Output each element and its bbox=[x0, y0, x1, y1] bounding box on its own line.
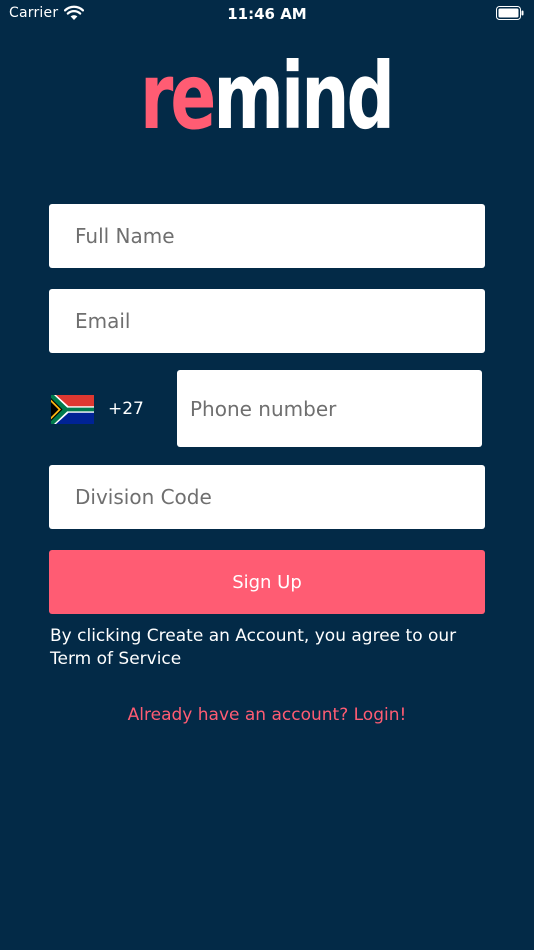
full-name-field[interactable] bbox=[49, 204, 485, 268]
south-africa-flag-icon[interactable] bbox=[51, 395, 94, 424]
logo-accent-text: re bbox=[140, 48, 213, 134]
logo-rest-text: mind bbox=[213, 48, 392, 134]
dial-code[interactable]: +27 bbox=[108, 399, 144, 419]
full-name-input[interactable] bbox=[75, 224, 485, 248]
login-link[interactable]: Already have an account? Login! bbox=[0, 705, 534, 725]
phone-field[interactable] bbox=[177, 370, 482, 447]
clock: 11:46 AM bbox=[227, 5, 307, 23]
division-code-input[interactable] bbox=[75, 485, 485, 509]
sign-up-button[interactable]: Sign Up bbox=[49, 550, 485, 614]
email-input[interactable] bbox=[75, 309, 485, 333]
email-field[interactable] bbox=[49, 289, 485, 353]
phone-input[interactable] bbox=[190, 396, 482, 421]
logo-text: remind bbox=[140, 48, 392, 134]
remind-logo: remind bbox=[140, 48, 394, 134]
terms-of-service-link[interactable]: Term of Service bbox=[50, 648, 490, 671]
terms-line-1: By clicking Create an Account, you agree… bbox=[50, 626, 457, 646]
status-bar: Carrier 11:46 AM bbox=[0, 0, 534, 28]
terms-text: By clicking Create an Account, you agree… bbox=[50, 625, 490, 671]
battery-icon bbox=[496, 6, 524, 20]
division-code-field[interactable] bbox=[49, 465, 485, 529]
